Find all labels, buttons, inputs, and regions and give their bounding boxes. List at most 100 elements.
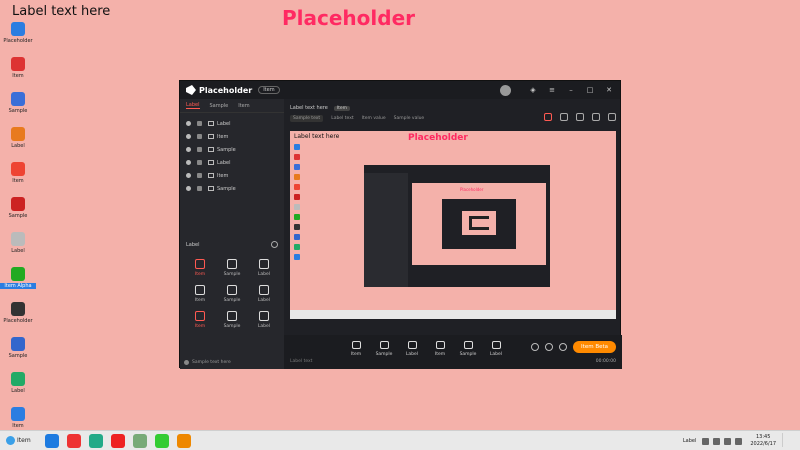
tool-multi-link[interactable]: Sample [216,285,248,303]
preview-app-icon [294,164,300,170]
app-name: Placeholder [199,85,253,95]
show-desktop-button[interactable] [782,433,796,447]
tool-beauty[interactable]: Item [184,259,216,277]
record-icon[interactable] [531,343,540,351]
visibility-icon[interactable] [186,147,191,152]
battery-icon[interactable] [724,437,732,445]
desktop-icon-0[interactable]: Placeholder [0,22,36,54]
tool-download[interactable]: Sample [216,311,248,329]
source-item[interactable]: Sample [180,143,284,156]
window-titlebar[interactable]: Placeholder Item ◈ ≡ – □ ✕ [180,81,620,99]
screen-capture-button[interactable]: Item [342,341,370,357]
tab-gameplay[interactable]: Item [238,103,249,109]
go-live-button[interactable]: Item Beta [573,341,616,353]
microphone-button[interactable]: Sample [454,341,482,357]
lock-icon[interactable] [197,173,202,178]
notification-icon[interactable] [735,437,743,445]
taskbar-app-search[interactable] [66,433,81,448]
close-icon[interactable]: ✕ [604,85,614,95]
preview-app-icon [294,154,300,160]
visibility-icon[interactable] [186,134,191,139]
lock-icon[interactable] [576,113,584,121]
source-item[interactable]: Label [180,156,284,169]
desktop-icon-8[interactable]: Placeholder [0,302,36,334]
taskbar-app-browser[interactable] [44,433,59,448]
source-item[interactable]: Item [180,130,284,143]
help-tip[interactable]: Sample text here [184,360,231,365]
source-item[interactable]: Item [180,169,284,182]
desktop-icons: Placeholder Item Sample Label Item Sampl… [0,22,36,442]
more-icon[interactable] [271,241,278,248]
desktop-icon-6[interactable]: Label [0,232,36,264]
maximize-icon[interactable]: □ [585,85,595,95]
minimize-icon[interactable]: – [566,85,576,95]
camera-button[interactable]: Sample [370,341,398,357]
lock-icon[interactable] [197,160,202,165]
room-title: Label text here [290,105,328,111]
taskbar-app-player[interactable] [154,433,169,448]
source-item[interactable]: Sample [180,182,284,195]
desktop-icon-10[interactable]: Label [0,372,36,404]
taskbar-app-folder[interactable] [132,433,147,448]
clock[interactable]: 13:45 2022/6/17 [750,434,776,448]
lock-icon[interactable] [197,134,202,139]
preview-overlay-text: Placeholder [408,133,468,143]
gift-icon[interactable] [544,113,552,121]
room-category[interactable]: Sample text [290,115,324,122]
toolbox-title: Label [186,241,200,248]
media-button[interactable]: Item [426,341,454,357]
desktop-icon-7[interactable]: Item Alpha [0,267,36,299]
desktop-icon-9[interactable]: Sample [0,337,36,369]
menu-icon[interactable]: ≡ [547,85,557,95]
eye-icon[interactable] [545,343,554,351]
tool-rank[interactable]: Label [248,285,280,303]
settings-icon[interactable] [559,343,568,351]
desktop-icon-5[interactable]: Sample [0,197,36,229]
preview-app-icon [294,244,300,250]
user-avatar[interactable] [500,84,511,96]
desktop-icon-4[interactable]: Item [0,162,36,194]
tool-gesture[interactable]: Item [184,285,216,303]
input-method[interactable]: Label [683,438,697,444]
visibility-icon[interactable] [186,186,191,191]
lock-icon[interactable] [197,186,202,191]
version-badge[interactable]: Item [258,86,280,94]
visibility-icon[interactable] [186,173,191,178]
tool-screenshot[interactable]: Item [184,311,216,329]
tab-material[interactable]: Sample [210,103,229,109]
phone-cast-button[interactable]: Label [398,341,426,357]
start-icon [6,436,15,445]
volume-icon[interactable] [713,437,721,445]
preview-app-icon [294,234,300,240]
tab-my-scenes[interactable]: Label [186,102,200,109]
change-room-button[interactable]: Item [333,105,351,111]
tool-fan-music[interactable]: Sample [216,259,248,277]
share-icon[interactable] [608,113,616,121]
network-icon[interactable] [702,437,710,445]
desktop-icon-1[interactable]: Item [0,57,36,89]
desktop-icon-3[interactable]: Label [0,127,36,159]
bell-icon[interactable] [592,113,600,121]
skin-icon[interactable]: ◈ [528,85,538,95]
tool-subtitle[interactable]: Label [248,259,280,277]
taskbar-app-netease[interactable] [110,433,125,448]
speaker-button[interactable]: Label [482,341,510,357]
app-icon [11,127,25,141]
visibility-icon[interactable] [186,121,191,126]
start-button[interactable]: Item [0,436,37,445]
tool-label: Item [194,298,206,303]
gesture-icon [195,285,205,295]
speaker-icon [491,341,501,349]
lock-icon[interactable] [197,147,202,152]
lock-icon[interactable] [197,121,202,126]
source-list: Label Item Sample Label Item Sample [180,113,284,195]
message-icon[interactable] [560,113,568,121]
visibility-icon[interactable] [186,160,191,165]
source-item[interactable]: Label [180,117,284,130]
tool-replay[interactable]: Label [248,311,280,329]
taskbar-app-qq[interactable] [88,433,103,448]
streaming-app-window: Placeholder Item ◈ ≡ – □ ✕ Label Sample … [179,80,622,369]
stream-preview[interactable]: Label text here Placeholder Placeholder [290,131,616,319]
taskbar-app-streaming[interactable] [176,433,191,448]
desktop-icon-2[interactable]: Sample [0,92,36,124]
